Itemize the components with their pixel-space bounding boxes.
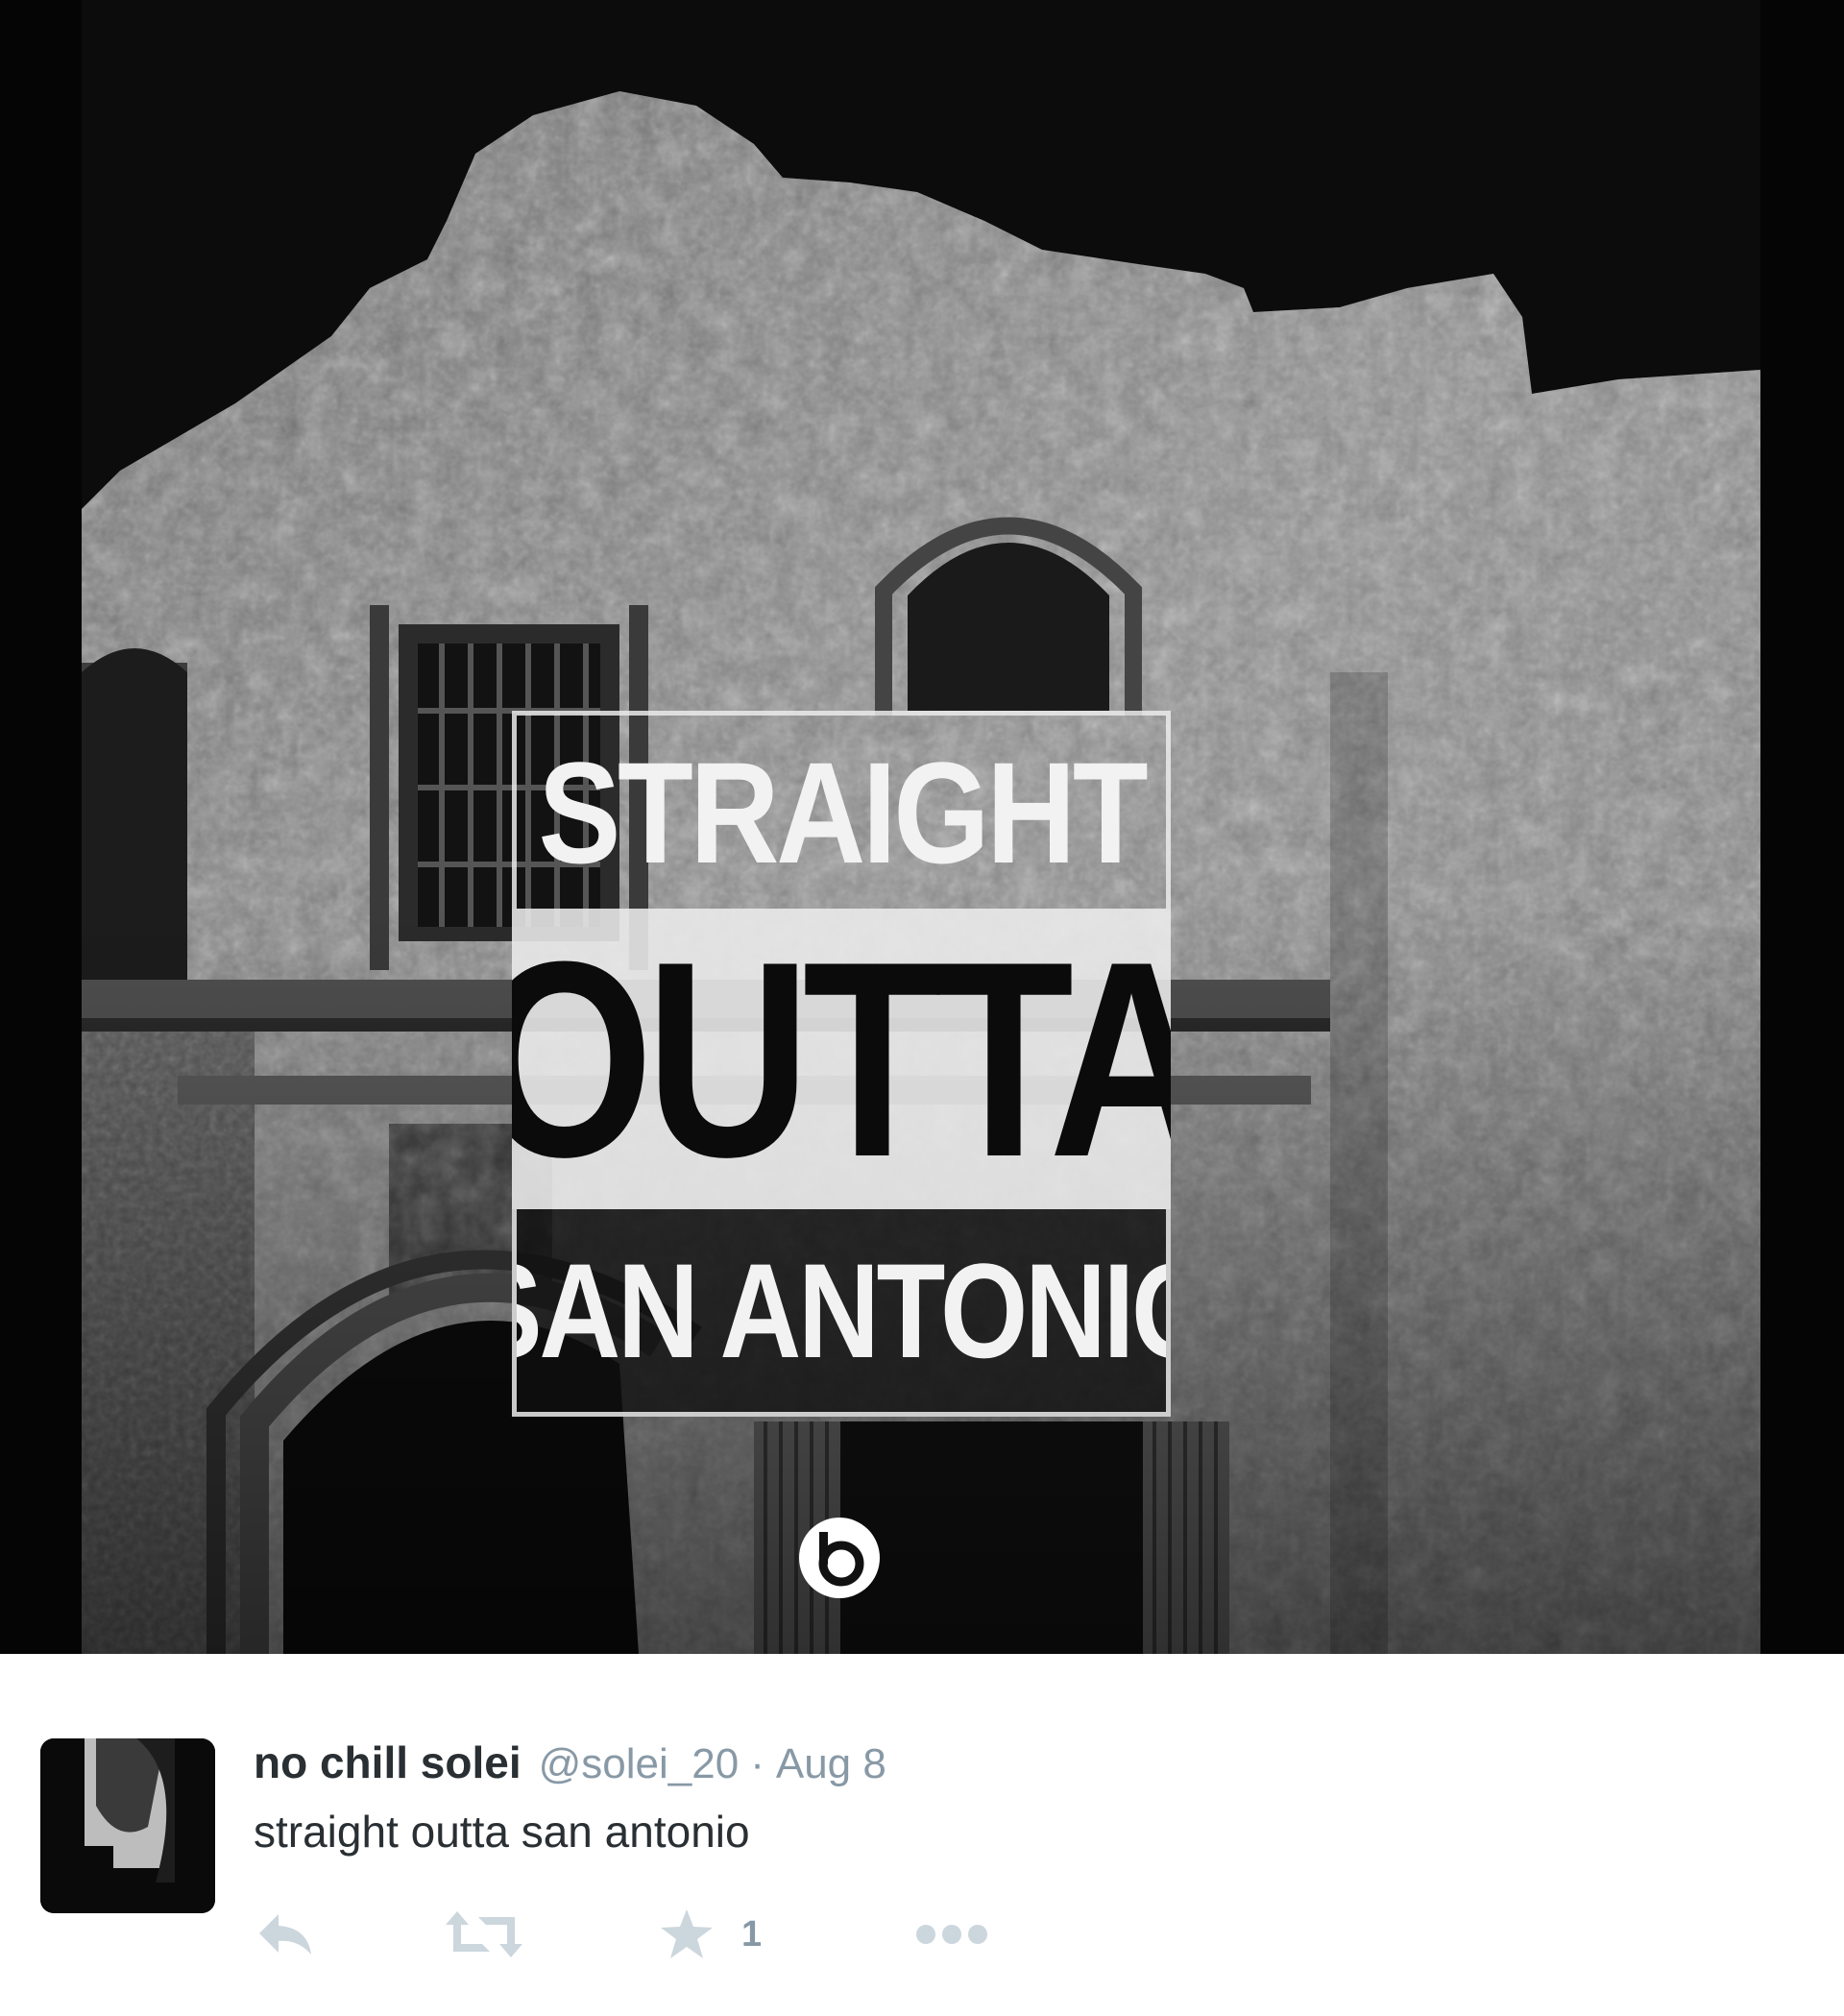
avatar-image — [40, 1738, 215, 1913]
more-button[interactable] — [914, 1906, 989, 1963]
favorite-button[interactable]: 1 — [659, 1906, 762, 1963]
more-dots-icon — [916, 1925, 987, 1944]
reply-button[interactable] — [257, 1906, 315, 1963]
star-icon — [661, 1909, 713, 1958]
favorite-count: 1 — [741, 1913, 763, 1955]
tweet-header: no chill solei @solei_20 · Aug 8 — [254, 1737, 886, 1794]
poster-line1-text: STRAIGHT — [538, 731, 1148, 893]
display-name[interactable]: no chill solei — [254, 1737, 522, 1788]
poster-line-outta: OUTTA — [512, 909, 1171, 1209]
beats-logo-icon — [799, 1518, 880, 1598]
poster-title-block: STRAIGHT OUTTA SAN ANTONIO — [512, 711, 1171, 1417]
retweet-button[interactable] — [444, 1906, 524, 1963]
meta-separator: · — [750, 1740, 764, 1787]
retweet-icon — [446, 1911, 522, 1957]
poster-line2-text: OUTTA — [512, 909, 1171, 1209]
tweet-photo[interactable]: STRAIGHT OUTTA SAN ANTONIO — [0, 0, 1844, 1654]
tweet-date[interactable]: Aug 8 — [776, 1740, 886, 1788]
user-handle[interactable]: @solei_20 — [539, 1740, 740, 1788]
tweet-text: straight outta san antonio — [254, 1807, 750, 1857]
poster-line-straight: STRAIGHT — [512, 711, 1171, 909]
poster-line-city: SAN ANTONIO — [512, 1209, 1171, 1417]
avatar[interactable] — [40, 1738, 215, 1913]
tweet-actions: 1 — [254, 1906, 1118, 1963]
tweet-card: no chill solei @solei_20 · Aug 8 straigh… — [0, 1654, 1844, 2016]
reply-icon — [259, 1914, 311, 1955]
poster-line3-text: SAN ANTONIO — [517, 1234, 1171, 1386]
